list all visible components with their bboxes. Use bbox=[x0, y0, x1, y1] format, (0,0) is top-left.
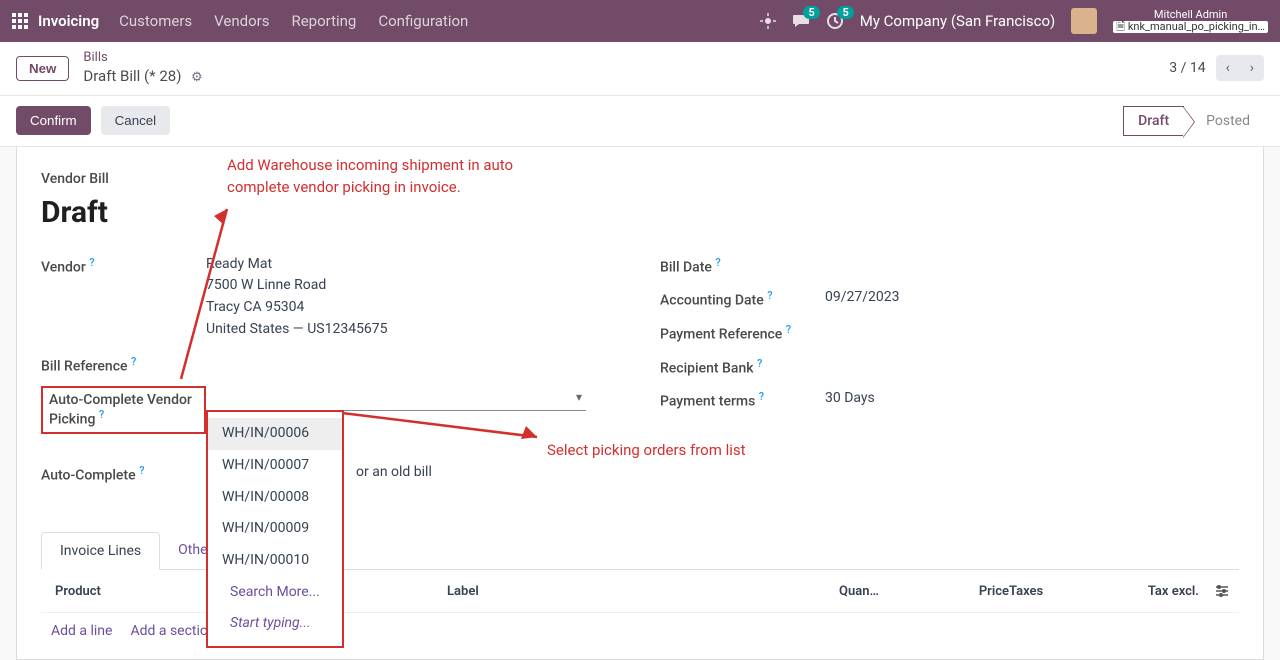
acctdate-value[interactable]: 09/27/2023 bbox=[825, 287, 1239, 309]
breadcrumb-current: Draft Bill (* 28) bbox=[83, 67, 181, 85]
billdate-label: Bill Date bbox=[660, 259, 712, 275]
payterms-value[interactable]: 30 Days bbox=[825, 388, 1239, 410]
dropdown-option[interactable]: WH/IN/00010 bbox=[208, 545, 342, 577]
col-taxes[interactable]: Taxes bbox=[1009, 584, 1089, 602]
dropdown-option[interactable]: WH/IN/00006 bbox=[208, 418, 342, 450]
vendor-addr3: United States — US12345675 bbox=[206, 319, 620, 341]
help-icon[interactable]: ? bbox=[131, 355, 136, 368]
user-db: 🗎 knk_manual_po_picking_in… bbox=[1113, 21, 1268, 33]
page-subtitle: Vendor Bill bbox=[41, 171, 109, 187]
dropdown-option[interactable]: WH/IN/00008 bbox=[208, 482, 342, 514]
help-icon[interactable]: ? bbox=[767, 289, 772, 302]
help-icon[interactable]: ? bbox=[139, 464, 144, 477]
new-button[interactable]: New bbox=[16, 56, 69, 81]
dropdown-option[interactable]: WH/IN/00009 bbox=[208, 513, 342, 545]
status-bar: Draft Posted bbox=[1123, 106, 1264, 136]
help-icon[interactable]: ? bbox=[757, 357, 762, 370]
dropdown-start-typing[interactable]: Start typing... bbox=[208, 608, 342, 640]
col-price[interactable]: Price bbox=[929, 584, 1009, 602]
brand[interactable]: Invoicing bbox=[38, 12, 99, 30]
status-posted[interactable]: Posted bbox=[1184, 107, 1264, 135]
annotation-arrow-1 bbox=[147, 199, 237, 389]
autocomplete-label: Auto-Complete bbox=[41, 468, 136, 484]
billref-label: Bill Reference bbox=[41, 358, 128, 374]
activity-icon[interactable]: 5 bbox=[826, 12, 844, 30]
acctdate-label: Accounting Date bbox=[660, 293, 764, 309]
annotation-text-2: Select picking orders from list bbox=[547, 441, 746, 459]
col-settings-icon[interactable] bbox=[1199, 584, 1229, 602]
apps-icon[interactable] bbox=[12, 13, 28, 29]
status-draft[interactable]: Draft bbox=[1123, 106, 1184, 136]
add-line-link[interactable]: Add a line bbox=[51, 623, 112, 639]
chat-icon[interactable]: 5 bbox=[792, 12, 810, 30]
form-card: Vendor Bill Draft Add Warehouse incoming… bbox=[16, 147, 1264, 660]
gear-icon[interactable]: ⚙ bbox=[191, 70, 203, 85]
nav-reporting[interactable]: Reporting bbox=[291, 12, 356, 30]
vendor-addr2: Tracy CA 95304 bbox=[206, 297, 620, 319]
activity-badge: 5 bbox=[837, 6, 853, 19]
action-bar: Confirm Cancel Draft Posted bbox=[0, 96, 1280, 147]
help-icon[interactable]: ? bbox=[99, 408, 104, 421]
help-icon[interactable]: ? bbox=[89, 256, 94, 269]
dropdown-option[interactable]: WH/IN/00007 bbox=[208, 450, 342, 482]
confirm-button[interactable]: Confirm bbox=[16, 106, 91, 135]
dropdown-search-more[interactable]: Search More... bbox=[208, 577, 342, 609]
annotation-text-1: Add Warehouse incoming shipment in auto … bbox=[227, 155, 547, 199]
help-icon[interactable]: ? bbox=[715, 256, 720, 269]
acvp-label: Auto-Complete Vendor Picking bbox=[49, 392, 192, 428]
vendor-label: Vendor bbox=[41, 259, 86, 275]
help-icon[interactable]: ? bbox=[759, 390, 764, 403]
top-navbar: Invoicing Customers Vendors Reporting Co… bbox=[0, 0, 1280, 42]
col-taxexcl[interactable]: Tax excl. bbox=[1089, 584, 1199, 602]
annotation-arrow-2 bbox=[337, 407, 557, 447]
vendor-name[interactable]: Ready Mat bbox=[206, 254, 620, 276]
company-name[interactable]: My Company (San Francisco) bbox=[860, 12, 1055, 30]
pager-count[interactable]: 3 / 14 bbox=[1169, 60, 1205, 76]
user-menu[interactable]: Mitchell Admin 🗎 knk_manual_po_picking_i… bbox=[1113, 9, 1268, 33]
add-section-link[interactable]: Add a sectio bbox=[130, 623, 207, 639]
breadcrumb-root[interactable]: Bills bbox=[83, 50, 202, 67]
chat-badge: 5 bbox=[803, 6, 819, 19]
vendor-addr1: 7500 W Linne Road bbox=[206, 275, 620, 297]
tab-invoice-lines[interactable]: Invoice Lines bbox=[41, 532, 160, 570]
nav-configuration[interactable]: Configuration bbox=[378, 12, 468, 30]
payterms-label: Payment terms bbox=[660, 394, 755, 410]
pager-prev[interactable]: ‹ bbox=[1216, 55, 1240, 81]
payref-label: Payment Reference bbox=[660, 327, 782, 343]
help-icon[interactable]: ? bbox=[786, 323, 791, 336]
avatar[interactable] bbox=[1071, 8, 1097, 34]
nav-vendors[interactable]: Vendors bbox=[214, 12, 269, 30]
bug-icon[interactable] bbox=[760, 13, 776, 29]
autocomplete-placeholder[interactable]: or an old bill bbox=[356, 464, 432, 480]
col-label[interactable]: Label bbox=[447, 584, 839, 602]
recipbank-label: Recipient Bank bbox=[660, 360, 754, 376]
picking-dropdown: WH/IN/00006 WH/IN/00007 WH/IN/00008 WH/I… bbox=[206, 410, 344, 648]
cancel-button[interactable]: Cancel bbox=[101, 106, 171, 135]
breadcrumb-bar: New Bills Draft Bill (* 28) ⚙ 3 / 14 ‹ › bbox=[0, 42, 1280, 96]
col-qty[interactable]: Quan… bbox=[839, 584, 929, 602]
pager-next[interactable]: › bbox=[1240, 55, 1264, 81]
nav-customers[interactable]: Customers bbox=[119, 12, 192, 30]
